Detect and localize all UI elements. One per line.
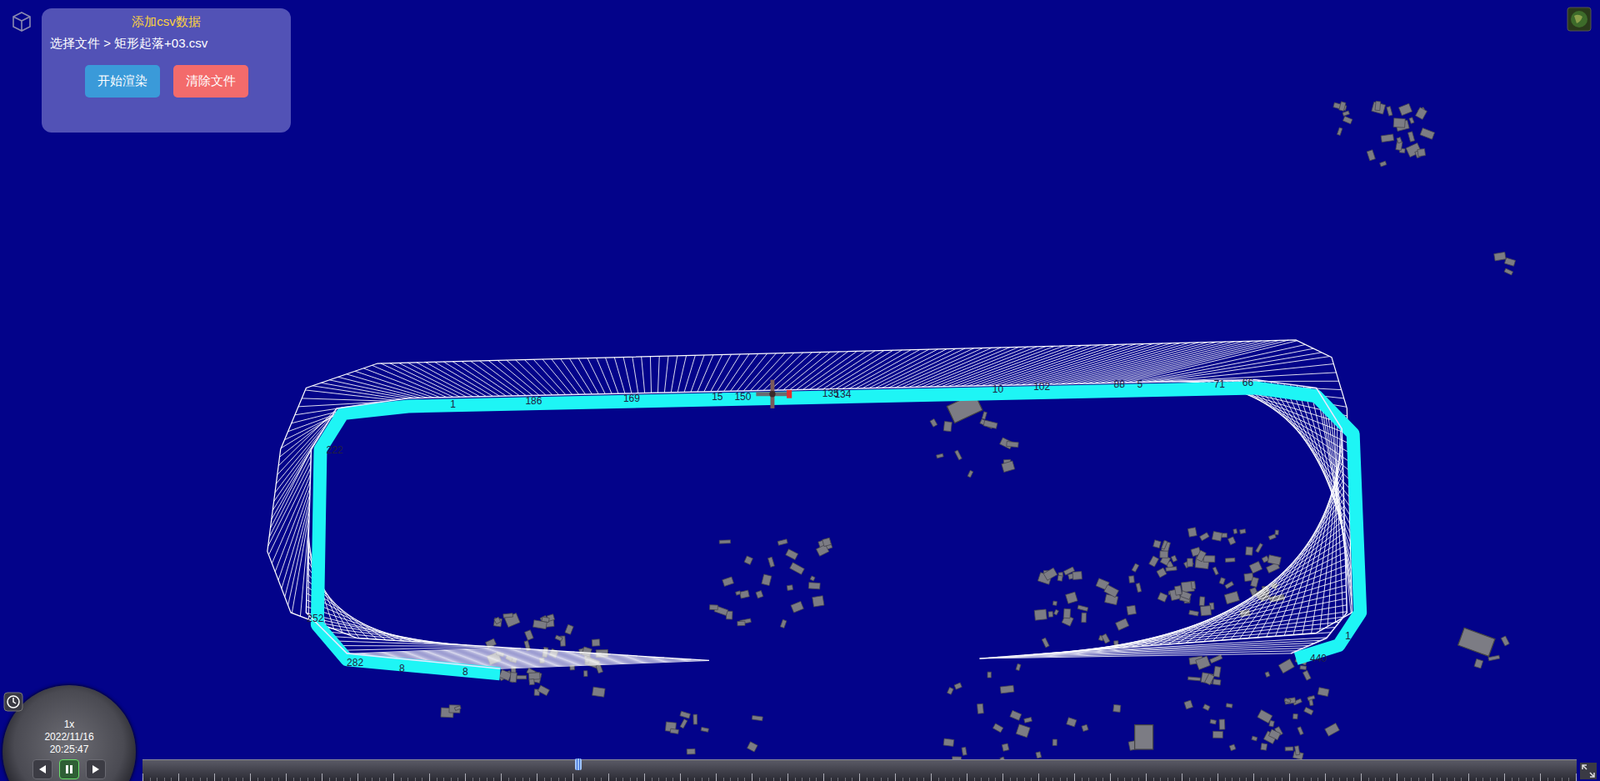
action-button[interactable]: 清除文件 bbox=[173, 65, 249, 98]
track-line bbox=[305, 380, 1347, 670]
fullscreen-icon[interactable] bbox=[1580, 762, 1597, 780]
track-point-label: 150 bbox=[734, 390, 751, 403]
globe-icon[interactable] bbox=[1566, 6, 1592, 32]
aircraft-icon[interactable] bbox=[755, 380, 792, 409]
panel-title: 添加csv数据 bbox=[50, 13, 283, 30]
track-point-label: 222 bbox=[326, 444, 344, 456]
track-point-label: 282 bbox=[346, 656, 364, 669]
track-point-label: 169 bbox=[623, 392, 640, 405]
csv-panel: 添加csv数据选择文件 > 矩形起落+03.csv 开始渲染清除文件 bbox=[41, 8, 291, 133]
globe-icon[interactable] bbox=[1566, 6, 1592, 32]
track-point-label: 66 bbox=[1242, 376, 1254, 389]
file-path[interactable]: 选择文件 > 矩形起落+03.csv bbox=[50, 35, 283, 52]
track-point-label: 71 bbox=[1214, 378, 1225, 390]
track-point-label: 102 bbox=[1033, 380, 1050, 393]
pause-button[interactable] bbox=[59, 759, 80, 780]
button-row: 开始渲染清除文件 bbox=[50, 65, 283, 98]
cube-icon[interactable] bbox=[10, 10, 34, 34]
flight-track bbox=[317, 387, 1360, 674]
clock-icon[interactable] bbox=[3, 691, 24, 712]
pause-icon bbox=[64, 764, 75, 775]
clock-speed: 1x bbox=[64, 718, 75, 731]
track-point-label: 5 bbox=[1136, 378, 1143, 390]
track-point-label: 134 bbox=[834, 388, 851, 400]
rewind-button[interactable] bbox=[32, 759, 53, 780]
clock-date: 2022/11/16 bbox=[44, 730, 94, 744]
track-point-label: 252 bbox=[306, 612, 324, 625]
track-point-label: 440 bbox=[1310, 652, 1327, 665]
track-point-label: 1 bbox=[450, 398, 456, 410]
clock-buttons bbox=[32, 759, 106, 780]
timeline[interactable] bbox=[142, 759, 1577, 781]
track-point-label: 186 bbox=[525, 395, 542, 407]
track-point-label: 10 bbox=[992, 383, 1004, 395]
cube-icon[interactable] bbox=[10, 10, 34, 34]
clock-time: 20:25:47 bbox=[50, 743, 90, 756]
track-point-label: 8 bbox=[462, 665, 469, 678]
track-point-label: 88 bbox=[1114, 378, 1125, 390]
play-button[interactable] bbox=[85, 759, 106, 780]
play-icon bbox=[90, 764, 101, 775]
rewind-icon bbox=[37, 764, 48, 775]
track-point-label: 8 bbox=[399, 662, 405, 675]
timeline-playhead[interactable] bbox=[575, 758, 582, 770]
action-button[interactable]: 开始渲染 bbox=[85, 65, 160, 98]
clock-icon[interactable] bbox=[3, 691, 24, 712]
fullscreen-icon[interactable] bbox=[1580, 762, 1597, 780]
track-point-label: 15 bbox=[711, 390, 723, 403]
map-viewer[interactable]: 1186169151501351341010288571662222522828… bbox=[0, 0, 1600, 781]
track-point-label: 1 bbox=[1345, 630, 1351, 642]
